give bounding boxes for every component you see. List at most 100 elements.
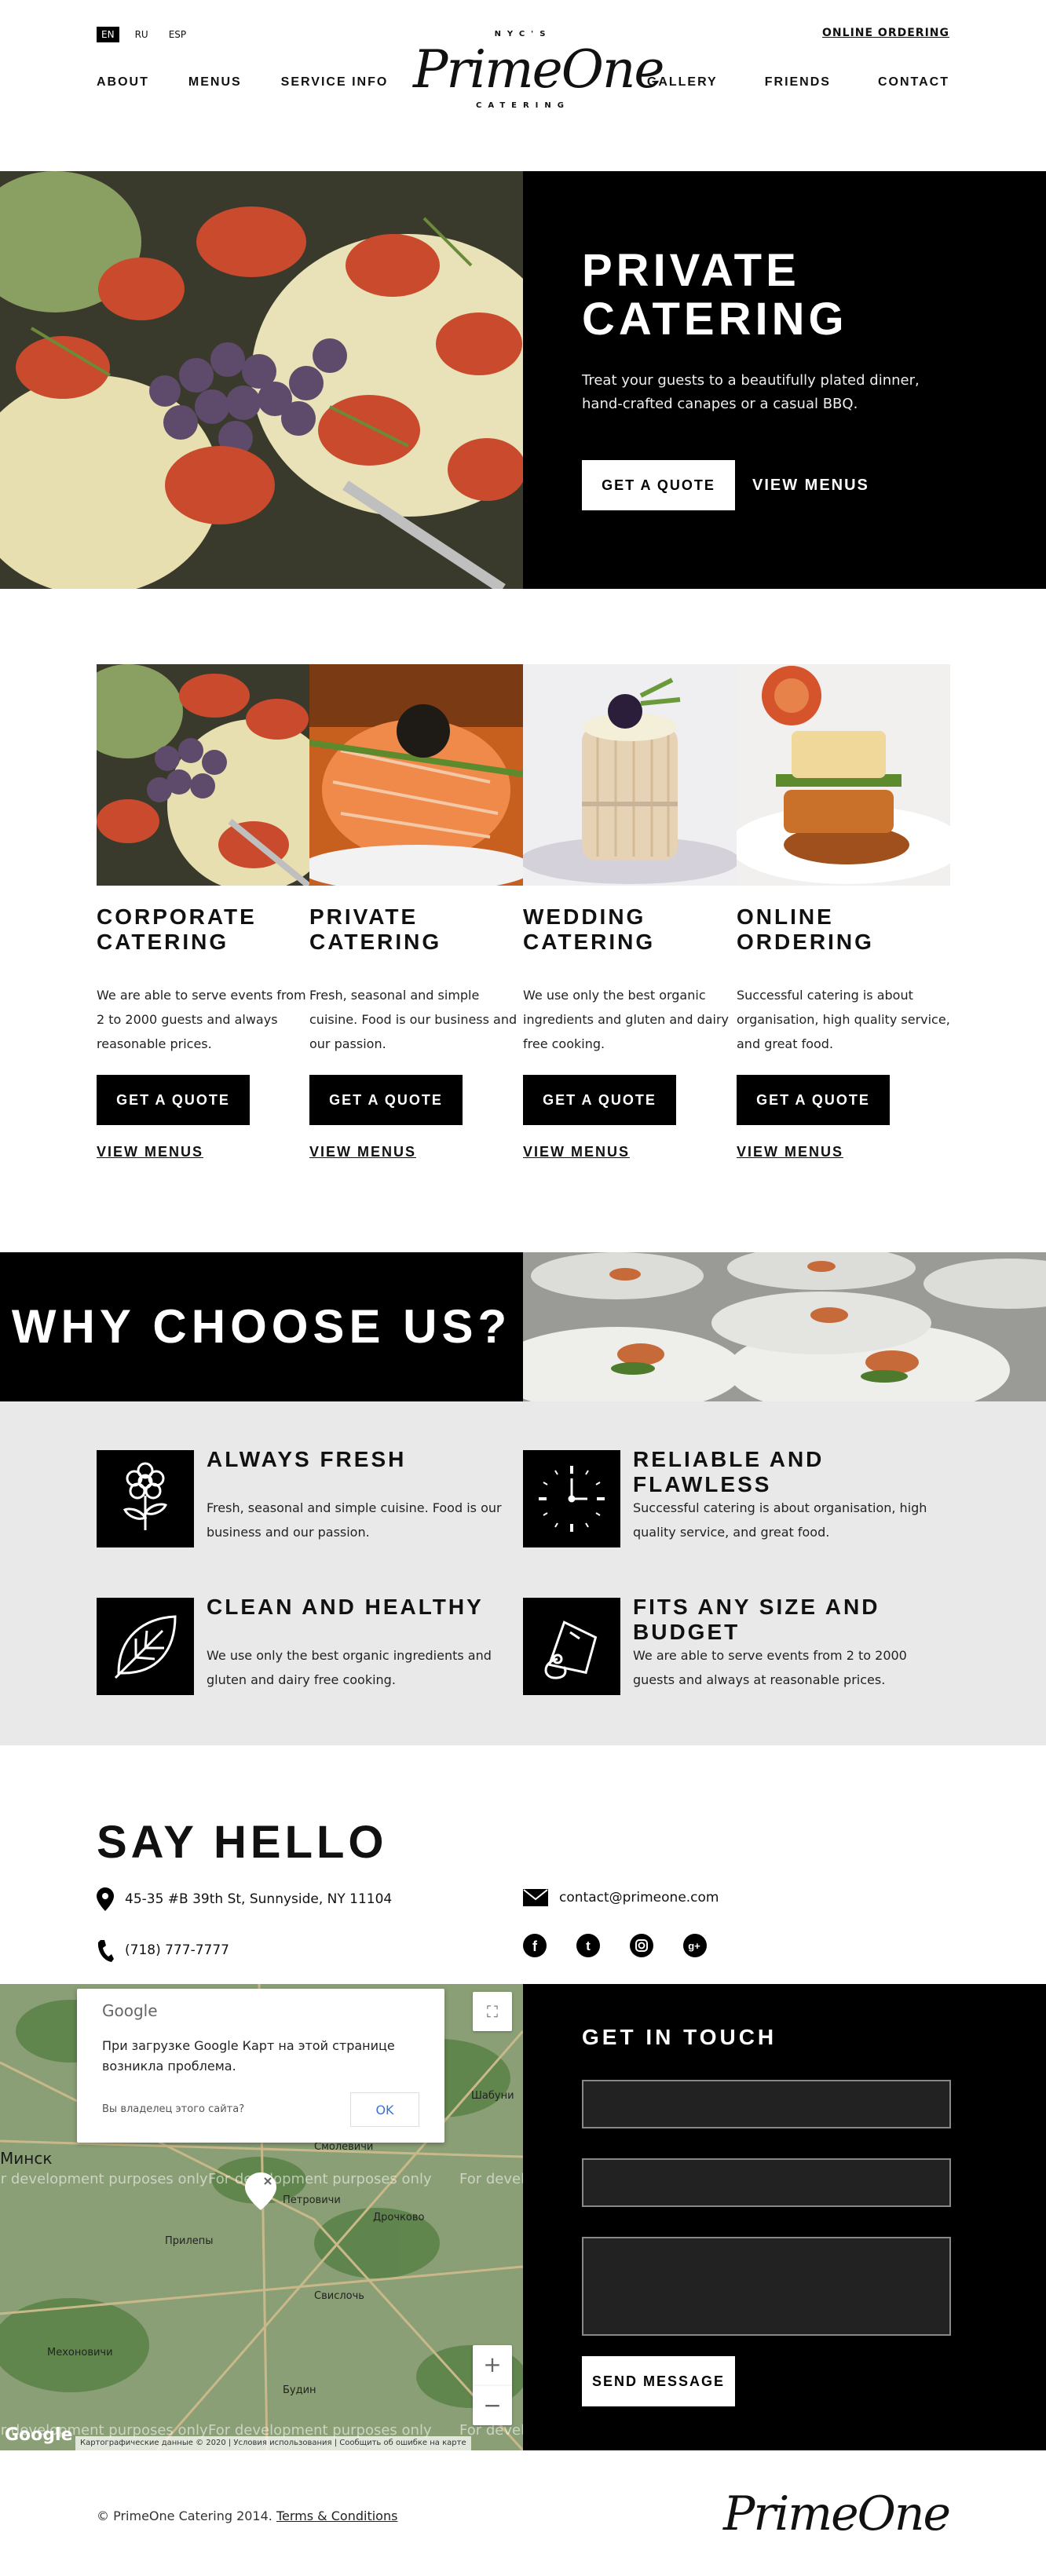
- phone-text[interactable]: (718) 777-7777: [125, 1942, 229, 1958]
- nav-service-info[interactable]: SERVICE INFO: [281, 75, 389, 90]
- service-title: CORPORATE CATERING: [97, 904, 310, 955]
- map-dev-watermark: For development purposes only: [0, 2171, 208, 2187]
- map-dev-watermark: For development purposes only: [208, 2171, 432, 2187]
- facebook-icon[interactable]: f: [523, 1934, 547, 1957]
- service-title: PRIVATE CATERING: [309, 904, 523, 955]
- contact-email: contact@primeone.com: [523, 1889, 719, 1906]
- google-logo: Google: [102, 2001, 158, 2020]
- service-title-line2: CATERING: [309, 930, 442, 954]
- twitter-icon[interactable]: t: [576, 1934, 600, 1957]
- feature-text: Fresh, seasonal and simple cuisine. Food…: [207, 1500, 502, 1540]
- email-input[interactable]: [582, 2158, 951, 2207]
- address-text: 45-35 #B 39th St, Sunnyside, NY 11104: [125, 1891, 393, 1907]
- flower-icon: [97, 1450, 194, 1547]
- map-owner-question[interactable]: Вы владелец этого сайта?: [102, 2103, 244, 2115]
- hero-quote-button[interactable]: GET A QUOTE: [582, 460, 735, 510]
- zoom-in-button[interactable]: +: [473, 2345, 512, 2386]
- logo-wordmark: PrimeOne: [413, 39, 664, 100]
- service-view-menus-link[interactable]: VIEW MENUS: [97, 1144, 310, 1160]
- google-map[interactable]: Минск Смолевичи Шабуни Петровичи Дрочков…: [0, 1984, 523, 2450]
- hero-content: PRIVATE CATERING Treat your guests to a b…: [582, 247, 927, 510]
- feature-title: ALWAYS FRESH: [207, 1447, 407, 1471]
- site-footer: © PrimeOne Catering 2014. Terms & Condit…: [0, 2450, 1046, 2576]
- tag-icon: [523, 1598, 620, 1695]
- service-text: We are able to serve events from 2 to 20…: [97, 988, 306, 1051]
- lang-en[interactable]: EN: [97, 27, 119, 42]
- service-image-online: [737, 664, 950, 886]
- feature-text: We are able to serve events from 2 to 20…: [633, 1648, 907, 1687]
- nav-friends[interactable]: FRIENDS: [765, 75, 831, 90]
- nav-gallery[interactable]: GALLERY: [647, 75, 718, 90]
- logo-tagline-top: NYC'S: [494, 30, 552, 38]
- hero-title: PRIVATE CATERING: [582, 247, 927, 344]
- name-input[interactable]: [582, 2080, 951, 2128]
- map-dev-watermark: For development purposes only: [459, 2171, 523, 2187]
- footer-logo[interactable]: PrimeOne: [723, 2486, 951, 2541]
- svg-text:t: t: [586, 1938, 591, 1953]
- service-title-line2: ORDERING: [737, 930, 874, 954]
- fullscreen-icon[interactable]: ⛶: [473, 1992, 512, 2031]
- map-label: Будин: [283, 2384, 316, 2396]
- service-text: Successful catering is about organisatio…: [737, 988, 950, 1051]
- message-textarea[interactable]: [582, 2237, 951, 2336]
- service-text: We use only the best organic ingredients…: [523, 988, 730, 1051]
- service-image-wedding: [523, 664, 737, 886]
- email-text[interactable]: contact@primeone.com: [559, 1890, 719, 1906]
- hero-view-menus-link[interactable]: VIEW MENUS: [752, 477, 869, 495]
- service-text: Fresh, seasonal and simple cuisine. Food…: [309, 988, 518, 1051]
- service-view-menus-link[interactable]: VIEW MENUS: [309, 1144, 523, 1160]
- nav-right: GALLERY FRIENDS CONTACT: [600, 75, 949, 90]
- contact-section: SAY HELLO 45-35 #B 39th St, Sunnyside, N…: [0, 1745, 1046, 1984]
- map-label: Шабуни: [471, 2090, 514, 2102]
- service-quote-button[interactable]: GET A QUOTE: [523, 1075, 676, 1125]
- service-view-menus-link[interactable]: VIEW MENUS: [737, 1144, 950, 1160]
- nav-about[interactable]: ABOUT: [97, 75, 149, 90]
- service-quote-button[interactable]: GET A QUOTE: [737, 1075, 890, 1125]
- map-error-message: При загрузке Google Карт на этой страниц…: [102, 2038, 395, 2074]
- terms-link[interactable]: Terms & Conditions: [276, 2508, 397, 2523]
- map-label: Петровичи: [283, 2194, 341, 2206]
- service-online-ordering: ONLINE ORDERING Successful catering is ab…: [737, 664, 950, 1160]
- feature-title: RELIABLE AND FLAWLESS: [633, 1447, 825, 1496]
- hero-food-image: [0, 171, 523, 589]
- online-ordering-link[interactable]: ONLINE ORDERING: [822, 27, 949, 39]
- map-attribution[interactable]: Картографические данные © 2020 | Условия…: [75, 2436, 471, 2450]
- google-plus-icon[interactable]: g+: [683, 1934, 707, 1957]
- hero-buttons: GET A QUOTE VIEW MENUS: [582, 460, 927, 510]
- svg-text:f: f: [532, 1938, 538, 1954]
- service-wedding: WEDDING CATERING We use only the best org…: [523, 664, 737, 1160]
- service-title: WEDDING CATERING: [523, 904, 737, 955]
- contact-address: 45-35 #B 39th St, Sunnyside, NY 11104: [97, 1887, 392, 1911]
- map-label: Прилепы: [165, 2235, 214, 2247]
- send-message-button[interactable]: SEND MESSAGE: [582, 2356, 735, 2406]
- service-image-private: [309, 664, 523, 886]
- map-ok-button[interactable]: OK: [350, 2092, 419, 2127]
- instagram-icon[interactable]: [630, 1934, 653, 1957]
- map-error-dialog: Google При загрузке Google Карт на этой …: [77, 1989, 444, 2143]
- map-label: Мехоновичи: [47, 2347, 113, 2359]
- lang-esp[interactable]: ESP: [164, 27, 191, 42]
- feature-text: Successful catering is about organisatio…: [633, 1500, 927, 1540]
- service-title-line2: CATERING: [523, 930, 656, 954]
- clock-icon: [523, 1450, 620, 1547]
- social-links: f t g+: [523, 1934, 718, 1957]
- features-section: ALWAYS FRESH Fresh, seasonal and simple …: [0, 1401, 1046, 1745]
- zoom-out-button[interactable]: −: [473, 2386, 512, 2425]
- map-marker-icon[interactable]: [245, 2172, 276, 2210]
- map-label: Свислочь: [314, 2290, 364, 2302]
- service-quote-button[interactable]: GET A QUOTE: [309, 1075, 463, 1125]
- google-watermark: Google: [5, 2425, 73, 2445]
- services-section: CORPORATE CATERING We are able to serve e…: [0, 589, 1046, 1252]
- service-quote-button[interactable]: GET A QUOTE: [97, 1075, 250, 1125]
- hero-title-line1: PRIVATE: [582, 245, 800, 296]
- hero-text: Treat your guests to a beautifully plate…: [582, 372, 920, 412]
- lang-ru[interactable]: RU: [130, 27, 153, 42]
- envelope-icon: [523, 1889, 548, 1906]
- service-title-line1: WEDDING: [523, 904, 646, 929]
- nav-contact[interactable]: CONTACT: [878, 75, 949, 90]
- map-form-section: Минск Смолевичи Шабуни Петровичи Дрочков…: [0, 1984, 1046, 2450]
- hero-section: PRIVATE CATERING Treat your guests to a b…: [0, 171, 1046, 589]
- service-title-line1: PRIVATE: [309, 904, 419, 929]
- nav-menus[interactable]: MENUS: [188, 75, 242, 90]
- service-view-menus-link[interactable]: VIEW MENUS: [523, 1144, 737, 1160]
